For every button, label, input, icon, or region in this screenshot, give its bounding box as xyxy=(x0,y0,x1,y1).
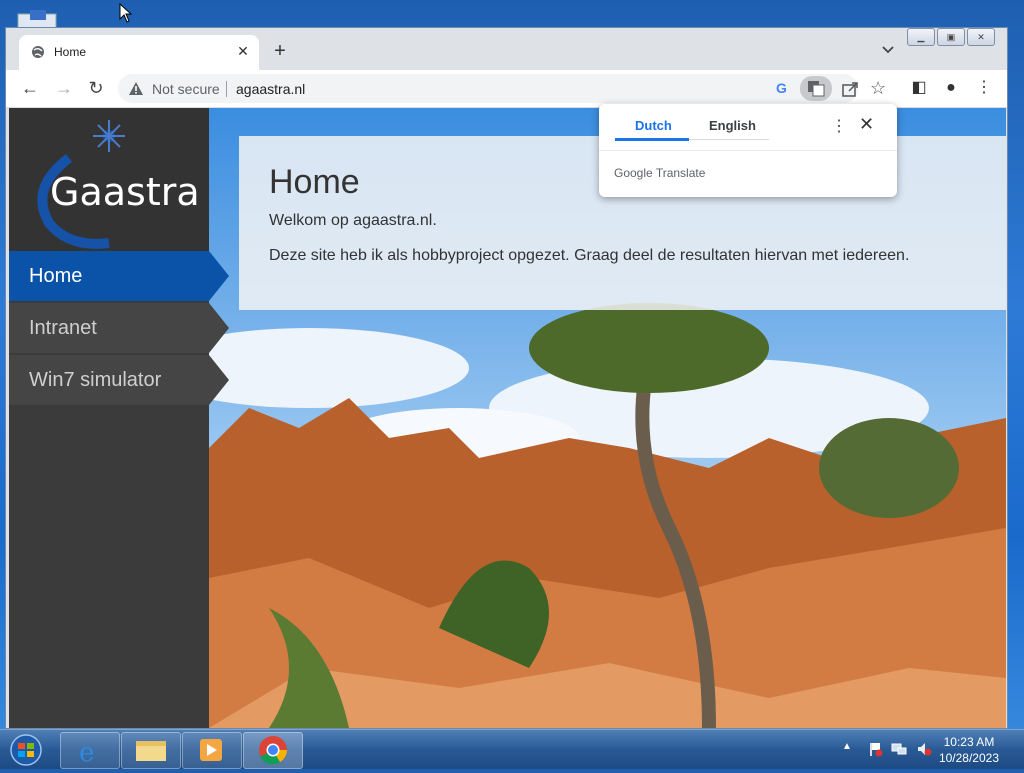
more-options-icon[interactable]: ⋮ xyxy=(831,116,847,136)
globe-icon xyxy=(32,46,44,58)
media-player-icon xyxy=(200,739,222,761)
site-sidebar: Gaastra Home Intranet Win7 simulator xyxy=(9,108,229,728)
page-viewport: Gaastra Home Intranet Win7 simulator Hom… xyxy=(9,108,1006,728)
clock-time: 10:23 AM xyxy=(943,735,995,749)
warning-icon[interactable] xyxy=(128,81,144,96)
bookmark-star-icon[interactable]: ☆ xyxy=(870,78,886,99)
svg-text:e: e xyxy=(79,738,94,768)
close-tab-icon[interactable]: ✕ xyxy=(233,41,253,61)
description-text: Deze site heb ik als hobbyproject opgeze… xyxy=(269,247,910,264)
url-text[interactable]: agaastra.nl xyxy=(236,81,305,97)
internet-explorer-taskbar-button[interactable]: e xyxy=(60,732,120,769)
chrome-taskbar-button[interactable] xyxy=(243,732,303,769)
logo-text: Gaastra xyxy=(50,170,200,214)
nav-item-win7-simulator[interactable]: Win7 simulator xyxy=(9,355,229,405)
translate-icon xyxy=(808,81,825,97)
browser-tab[interactable]: Home ✕ xyxy=(19,35,259,70)
clock-date: 10/28/2023 xyxy=(938,751,999,765)
tab-rule xyxy=(689,139,769,140)
google-translate-brand: Google Translate xyxy=(614,166,706,180)
mouse-cursor-icon xyxy=(119,3,133,23)
nav-item-label: Win7 simulator xyxy=(29,369,162,391)
new-tab-button[interactable]: + xyxy=(269,40,291,62)
media-player-taskbar-button[interactable] xyxy=(182,732,242,769)
share-icon[interactable] xyxy=(840,79,860,99)
chrome-icon xyxy=(259,736,287,765)
intro-text: Welkom op agaastra.nl. xyxy=(269,212,437,229)
profile-avatar-icon[interactable]: ● xyxy=(941,78,961,98)
recycle-bin-desktop-icon[interactable] xyxy=(16,8,60,28)
minimize-button[interactable]: ▁ xyxy=(907,28,935,46)
close-icon[interactable]: ✕ xyxy=(859,114,874,135)
security-label[interactable]: Not secure xyxy=(152,81,220,97)
file-explorer-taskbar-button[interactable] xyxy=(121,732,181,769)
source-language-tab[interactable]: Dutch xyxy=(635,118,672,133)
browser-toolbar: ← → ↻ Not secure agaastra.nl G ☆ ◧ ● ⋮ xyxy=(6,70,1007,108)
taskbar: e ▲ 10:23 AM 10/28/2023 xyxy=(0,729,1024,769)
maximize-button[interactable]: ▣ xyxy=(937,28,965,46)
side-panel-icon[interactable]: ◧ xyxy=(909,78,929,98)
target-language-tab[interactable]: English xyxy=(709,118,756,133)
site-logo[interactable]: Gaastra xyxy=(9,108,209,251)
close-window-button[interactable]: ✕ xyxy=(967,28,995,46)
tab-title: Home xyxy=(54,45,87,59)
more-menu-icon[interactable]: ⋮ xyxy=(974,78,994,98)
nav-item-label: Home xyxy=(29,265,83,287)
show-hidden-icons-icon[interactable]: ▲ xyxy=(842,741,858,757)
volume-muted-icon[interactable] xyxy=(916,741,932,757)
folder-icon xyxy=(136,741,166,761)
nav-item-intranet[interactable]: Intranet xyxy=(9,303,229,353)
tab-strip: Home ✕ + ▁ ▣ ✕ xyxy=(6,28,1007,70)
window-controls: ▁ ▣ ✕ xyxy=(907,28,995,46)
chevron-down-icon[interactable] xyxy=(879,42,897,58)
internet-explorer-icon: e xyxy=(79,738,94,768)
translate-button[interactable] xyxy=(800,76,832,101)
start-button[interactable] xyxy=(4,732,48,767)
nav-item-label: Intranet xyxy=(29,317,97,339)
omnibox-divider xyxy=(226,81,227,97)
action-center-flag-icon[interactable] xyxy=(867,741,883,757)
network-icon[interactable] xyxy=(891,741,907,757)
address-bar[interactable]: Not secure agaastra.nl G ☆ xyxy=(118,74,886,103)
back-button[interactable]: ← xyxy=(18,76,42,100)
site-nav-menu: Home Intranet Win7 simulator xyxy=(9,251,229,407)
active-tab-indicator xyxy=(615,138,689,141)
popup-divider xyxy=(599,150,897,151)
google-lens-icon[interactable]: G xyxy=(776,80,787,96)
reload-button[interactable]: ↻ xyxy=(84,76,108,100)
page-title: Home xyxy=(269,163,360,201)
translate-popup: Dutch English ⋮ ✕ Google Translate xyxy=(599,104,897,197)
forward-button[interactable]: → xyxy=(52,76,76,100)
nav-item-home[interactable]: Home xyxy=(9,251,229,301)
taskbar-clock[interactable]: 10:23 AM 10/28/2023 xyxy=(939,734,999,766)
